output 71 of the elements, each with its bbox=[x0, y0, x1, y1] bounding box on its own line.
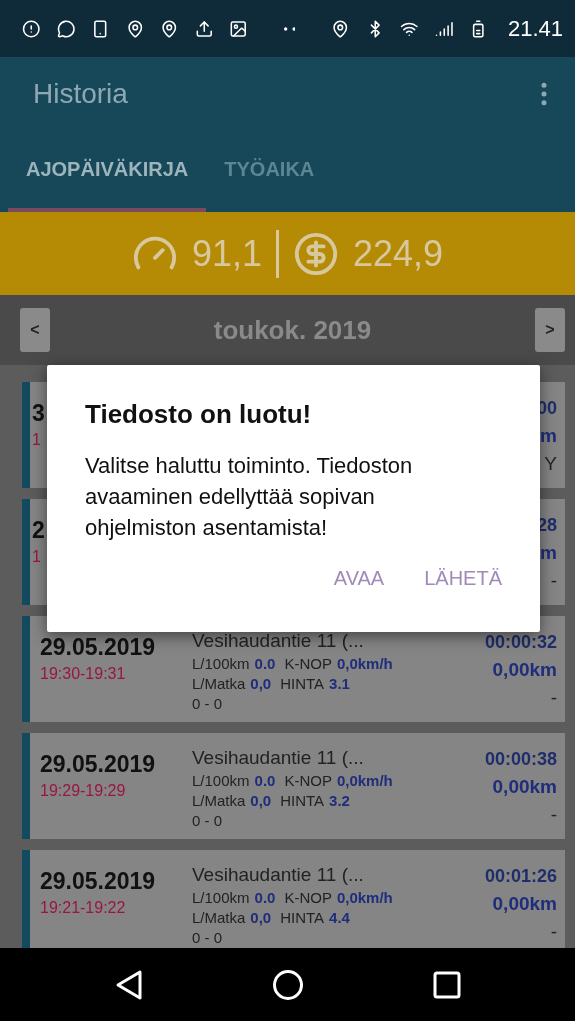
field-value: 0.0 bbox=[254, 655, 276, 672]
trip-distance: m bbox=[540, 542, 557, 564]
trip-time: 1 bbox=[32, 548, 41, 566]
dialog-button[interactable]: LÄHETÄ bbox=[424, 567, 502, 590]
trip-date: 3 bbox=[32, 400, 45, 427]
field-value: 0,0 bbox=[250, 909, 272, 926]
stat-value: 91,1 bbox=[191, 232, 262, 275]
trip-date: 2 bbox=[32, 517, 45, 544]
trip-distance: 0,00km bbox=[492, 776, 557, 798]
clock-time: 21.41 bbox=[507, 15, 564, 42]
field-value: 3.2 bbox=[329, 792, 350, 809]
field-label: K-NOP bbox=[284, 772, 332, 789]
field-label: L/Matka bbox=[192, 792, 246, 809]
trip-distance: 0,00km bbox=[492, 893, 557, 915]
field-label: HINTA bbox=[280, 675, 325, 692]
field-value: 0,0km/h bbox=[336, 889, 393, 906]
field-value: 0,0 bbox=[250, 675, 272, 692]
month-label: toukok. 2019 bbox=[213, 314, 372, 346]
trip-note: Y bbox=[544, 453, 557, 475]
field-label: L/Matka bbox=[192, 909, 246, 926]
trip-note: - bbox=[550, 570, 557, 592]
trip-address: Vesihaudantie 11 (... bbox=[192, 630, 364, 652]
dialog-title: Tiedosto on luotu! bbox=[85, 399, 313, 430]
trip-range: 0 - 0 bbox=[192, 812, 222, 829]
chat-icon bbox=[56, 17, 76, 40]
trip-date: 29.05.2019 bbox=[40, 868, 156, 895]
trip-range: 0 - 0 bbox=[192, 695, 222, 712]
trip-address: Vesihaudantie 11 (... bbox=[192, 864, 364, 886]
next-month-button[interactable]: > bbox=[535, 308, 565, 352]
trip-duration: 00:00:38 bbox=[484, 749, 557, 770]
dialog-button[interactable]: AVAA bbox=[333, 567, 385, 590]
trip-time: 19:29-19:29 bbox=[40, 782, 126, 800]
home-icon[interactable] bbox=[272, 968, 305, 1001]
field-label: K-NOP bbox=[284, 655, 332, 672]
field-value: 3.1 bbox=[329, 675, 350, 692]
trip-time: 19:21-19:22 bbox=[40, 899, 126, 917]
recents-icon[interactable] bbox=[432, 970, 461, 999]
trip-time: 19:30-19:31 bbox=[40, 665, 126, 683]
trip-date: 29.05.2019 bbox=[40, 634, 156, 661]
field-label: L/100km bbox=[192, 772, 250, 789]
stat-value: 224,9 bbox=[353, 232, 444, 275]
trip-duration: 00:00:32 bbox=[484, 632, 557, 653]
trip-duration: 00:01:26 bbox=[484, 866, 557, 887]
field-value: 0,0 bbox=[250, 792, 272, 809]
field-value: 0,0km/h bbox=[336, 655, 393, 672]
field-value: 0,0km/h bbox=[336, 772, 393, 789]
dots-icon bbox=[283, 26, 296, 31]
field-label: HINTA bbox=[280, 909, 325, 926]
trip-address: Vesihaudantie 11 (... bbox=[192, 747, 364, 769]
dialog-message: Valitse haluttu toiminto. Tiedoston avaaminen edellyttää sopivan ohjelmiston asentamista! bbox=[85, 452, 414, 542]
app-title: Historia bbox=[33, 77, 128, 110]
field-value: 0.0 bbox=[254, 772, 276, 789]
trip-time: 1 bbox=[32, 431, 41, 449]
tab[interactable]: TYÖAIKA bbox=[206, 130, 333, 212]
trip-range: 0 - 0 bbox=[192, 929, 222, 946]
field-label: L/Matka bbox=[192, 675, 246, 692]
dollar-icon bbox=[293, 230, 339, 277]
trip-date: 29.05.2019 bbox=[40, 751, 156, 778]
back-icon[interactable] bbox=[114, 968, 145, 1001]
trip-note: - bbox=[550, 804, 557, 826]
trip-note: - bbox=[550, 687, 557, 709]
field-value: 0.0 bbox=[254, 889, 276, 906]
trip-distance: m bbox=[540, 425, 557, 447]
field-label: L/100km bbox=[192, 655, 250, 672]
trip-note: - bbox=[550, 921, 557, 943]
trip-distance: 0,00km bbox=[492, 659, 557, 681]
field-label: HINTA bbox=[280, 792, 325, 809]
field-value: 4.4 bbox=[329, 909, 350, 926]
field-label: K-NOP bbox=[284, 889, 332, 906]
previous-month-button[interactable]: < bbox=[20, 308, 50, 352]
field-label: L/100km bbox=[192, 889, 250, 906]
